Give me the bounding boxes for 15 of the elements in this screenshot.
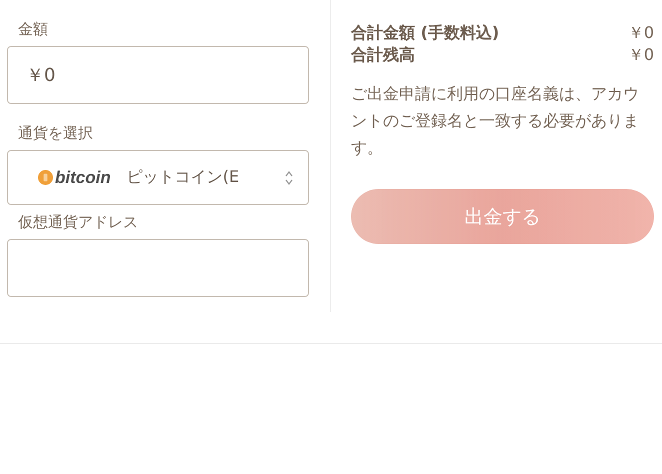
summary-value: ￥0 (628, 44, 654, 66)
address-field[interactable] (7, 239, 309, 297)
field-label: 金額 (18, 19, 49, 40)
field-label: 通貨を選択 (18, 123, 94, 144)
summary-value: ￥0 (628, 22, 654, 44)
updown-caret-icon (284, 170, 294, 186)
amount-field[interactable]: ￥0 (7, 46, 309, 104)
summary-label: 合計金額 (手数料込) (351, 22, 500, 44)
field-label: 仮想通貨アドレス (18, 212, 139, 233)
coin-icon (38, 170, 53, 185)
logo-text: bitcoin (55, 168, 111, 188)
notice-text: ご出金申請に利用の口座名義は、アカウントのご登録名と一致する必要があります。 (351, 83, 640, 159)
summary-label: 合計残高 (351, 44, 415, 66)
select-value: ピットコイン(E (126, 167, 240, 188)
currency-select[interactable]: bitcoin ピットコイン(E (7, 150, 309, 205)
